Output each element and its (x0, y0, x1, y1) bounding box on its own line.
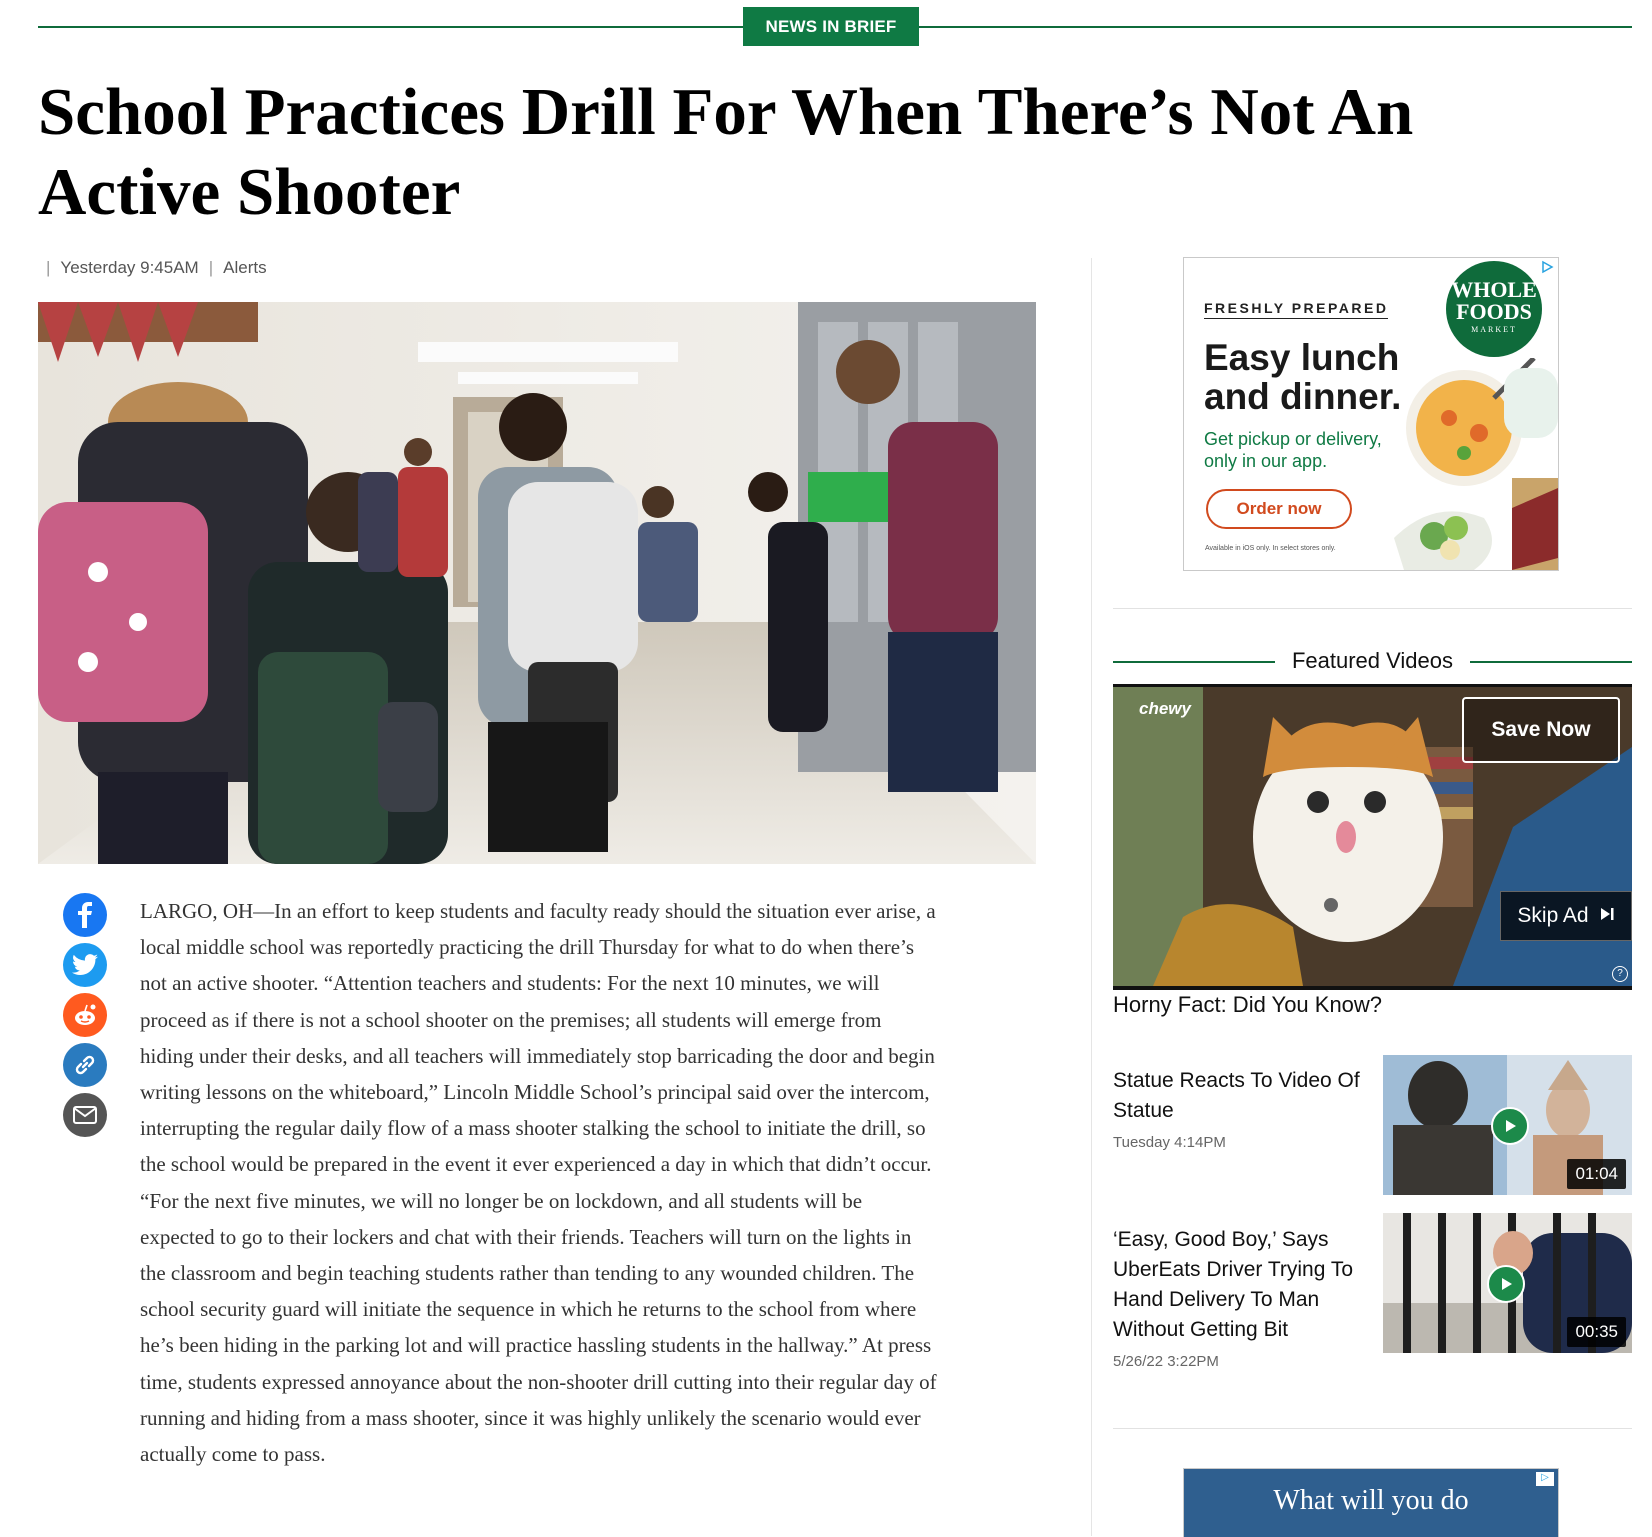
featured-videos-title: Featured Videos (1291, 648, 1454, 673)
save-now-button[interactable]: Save Now (1462, 697, 1620, 763)
article-hero-image (38, 302, 1036, 864)
article-timestamp: Yesterday 9:45AM (60, 258, 199, 277)
video-player[interactable]: chewy Save Now Skip Ad ? (1113, 684, 1632, 990)
logo-line1: WHOLE (1451, 277, 1537, 302)
skip-forward-icon (1599, 904, 1615, 928)
sidebar-ad-bottom[interactable]: What will you do ▷ (1183, 1468, 1559, 1537)
ad-headline: Easy lunch and dinner. (1204, 338, 1401, 416)
meta-separator: | (46, 258, 51, 277)
video-duration: 00:35 (1567, 1317, 1626, 1347)
article-meta: | Yesterday 9:45AM | Alerts (46, 258, 267, 278)
play-icon[interactable] (1487, 1265, 1525, 1303)
adchoices-icon[interactable] (1540, 260, 1554, 274)
article-headline: School Practices Drill For When There’s … (38, 75, 1414, 229)
logo-line2: FOODS (1456, 299, 1532, 324)
skip-ad-label: Skip Ad (1517, 904, 1589, 927)
featured-line-right (1470, 661, 1632, 663)
ad-eyebrow: FRESHLY PREPARED (1204, 300, 1389, 319)
whole-foods-logo: WHOLE FOODS MARKET (1446, 261, 1542, 357)
ad-bottom-text: What will you do (1273, 1485, 1469, 1516)
advertiser-brand: chewy (1139, 699, 1191, 718)
sidebar-ad[interactable]: FRESHLY PREPARED Easy lunch and dinner. … (1183, 257, 1559, 571)
link-icon[interactable] (63, 1043, 107, 1087)
facebook-icon[interactable] (63, 893, 107, 937)
related-video-item[interactable]: ‘Easy, Good Boy,’ Says UberEats Driver T… (1113, 1225, 1363, 1370)
related-video-title[interactable]: ‘Easy, Good Boy,’ Says UberEats Driver T… (1113, 1225, 1363, 1345)
meta-separator: | (208, 258, 214, 277)
featured-line-left (1113, 661, 1275, 663)
ad-food-image (1394, 358, 1558, 570)
ad-subtext: Get pickup or delivery, only in our app. (1204, 429, 1382, 471)
ad-fine-print: Available in iOS only. In select stores … (1205, 545, 1336, 552)
related-video-thumbnail[interactable]: 00:35 (1383, 1213, 1632, 1353)
play-icon[interactable] (1491, 1107, 1529, 1145)
help-icon[interactable]: ? (1612, 966, 1628, 982)
section-tag[interactable]: NEWS IN BRIEF (743, 7, 919, 46)
adchoices-icon[interactable]: ▷ (1536, 1472, 1554, 1486)
related-video-item[interactable]: Statue Reacts To Video Of Statue Tuesday… (1113, 1066, 1363, 1151)
share-bar (63, 893, 107, 1143)
logo-line3: MARKET (1471, 325, 1517, 334)
skip-ad-button[interactable]: Skip Ad (1500, 891, 1632, 941)
related-video-date: Tuesday 4:14PM (1113, 1134, 1226, 1151)
ad-order-button[interactable]: Order now (1206, 489, 1352, 529)
video-caption[interactable]: Horny Fact: Did You Know? (1113, 992, 1382, 1018)
article-body: LARGO, OH—In an effort to keep students … (140, 899, 937, 1467)
related-video-thumbnail[interactable]: 01:04 (1383, 1055, 1632, 1195)
related-video-date: 5/26/22 3:22PM (1113, 1353, 1219, 1370)
video-duration: 01:04 (1567, 1159, 1626, 1189)
email-icon[interactable] (63, 1093, 107, 1137)
related-video-title[interactable]: Statue Reacts To Video Of Statue (1113, 1066, 1363, 1126)
sidebar-divider (1113, 1428, 1632, 1429)
sidebar-divider (1113, 608, 1632, 609)
article-category[interactable]: Alerts (223, 258, 266, 278)
twitter-icon[interactable] (63, 943, 107, 987)
reddit-icon[interactable] (63, 993, 107, 1037)
column-divider (1091, 258, 1092, 1536)
ad-headline-line1: Easy lunch (1204, 337, 1400, 378)
ad-headline-line2: and dinner. (1204, 376, 1402, 417)
